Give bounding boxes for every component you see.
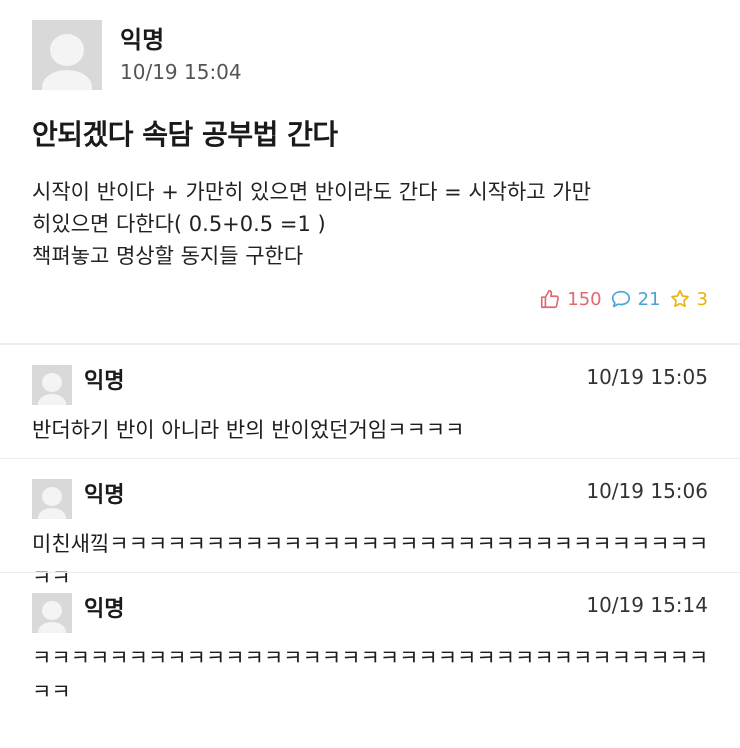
comment-author: 익명 bbox=[84, 483, 125, 508]
avatar-body-shape bbox=[38, 622, 66, 633]
comment-time: 10/19 15:06 bbox=[586, 479, 708, 503]
avatar-head-shape bbox=[42, 601, 62, 620]
scrap-count: 3 bbox=[696, 288, 708, 310]
comment-time: 10/19 15:05 bbox=[586, 365, 708, 389]
like-count: 150 bbox=[567, 288, 602, 310]
comment-text: 반더하기 반이 아니라 반의 반이었던거임ㅋㅋㅋㅋ bbox=[32, 418, 465, 442]
avatar-head-shape bbox=[42, 487, 62, 506]
post-author: 익명 bbox=[120, 26, 165, 54]
comment: 익명 10/19 15:14 ㅋㅋㅋㅋㅋㅋㅋㅋㅋㅋㅋㅋㅋㅋㅋㅋㅋㅋㅋㅋㅋㅋㅋㅋㅋ… bbox=[0, 572, 740, 704]
avatar-body-shape bbox=[38, 508, 66, 519]
avatar-body-shape bbox=[38, 394, 66, 405]
star-icon bbox=[669, 288, 691, 310]
like-button[interactable]: 150 bbox=[539, 288, 602, 310]
speech-bubble-icon bbox=[610, 288, 632, 310]
comment-avatar[interactable] bbox=[32, 593, 72, 633]
scrap-button[interactable]: 3 bbox=[669, 288, 708, 310]
post-stats: 150 21 3 bbox=[539, 288, 708, 310]
comment-author: 익명 bbox=[84, 597, 125, 622]
avatar-head-shape bbox=[50, 34, 84, 66]
thumbs-up-icon bbox=[539, 288, 561, 310]
comment-author: 익명 bbox=[84, 369, 125, 394]
comment-text: ㅋㅋㅋㅋㅋㅋㅋㅋㅋㅋㅋㅋㅋㅋㅋㅋㅋㅋㅋㅋㅋㅋㅋㅋㅋㅋㅋㅋㅋㅋㅋㅋㅋㅋㅋㅋㅋ bbox=[32, 646, 709, 704]
comment-count: 21 bbox=[637, 288, 661, 310]
post-avatar[interactable] bbox=[32, 20, 102, 90]
post-time: 10/19 15:04 bbox=[120, 60, 242, 84]
comment-count-button[interactable]: 21 bbox=[610, 288, 661, 310]
comment: 익명 10/19 15:05 반더하기 반이 아니라 반의 반이었던거임ㅋㅋㅋㅋ bbox=[0, 345, 740, 458]
comment-avatar[interactable] bbox=[32, 365, 72, 405]
avatar-head-shape bbox=[42, 373, 62, 392]
post-title: 안되겠다 속담 공부법 간다 bbox=[32, 118, 338, 151]
avatar-body-shape bbox=[42, 70, 92, 90]
post: 익명 10/19 15:04 안되겠다 속담 공부법 간다 시작이 반이다 + … bbox=[0, 0, 740, 343]
comment-list: 익명 10/19 15:05 반더하기 반이 아니라 반의 반이었던거임ㅋㅋㅋㅋ… bbox=[0, 345, 740, 704]
comment-time: 10/19 15:14 bbox=[586, 593, 708, 617]
comment: 익명 10/19 15:06 미친새낔ㅋㅋㅋㅋㅋㅋㅋㅋㅋㅋㅋㅋㅋㅋㅋㅋㅋㅋㅋㅋㅋ… bbox=[0, 458, 740, 590]
post-body: 시작이 반이다 + 가만히 있으면 반이라도 간다 = 시작하고 가만 히있으면… bbox=[32, 180, 591, 268]
comment-avatar[interactable] bbox=[32, 479, 72, 519]
